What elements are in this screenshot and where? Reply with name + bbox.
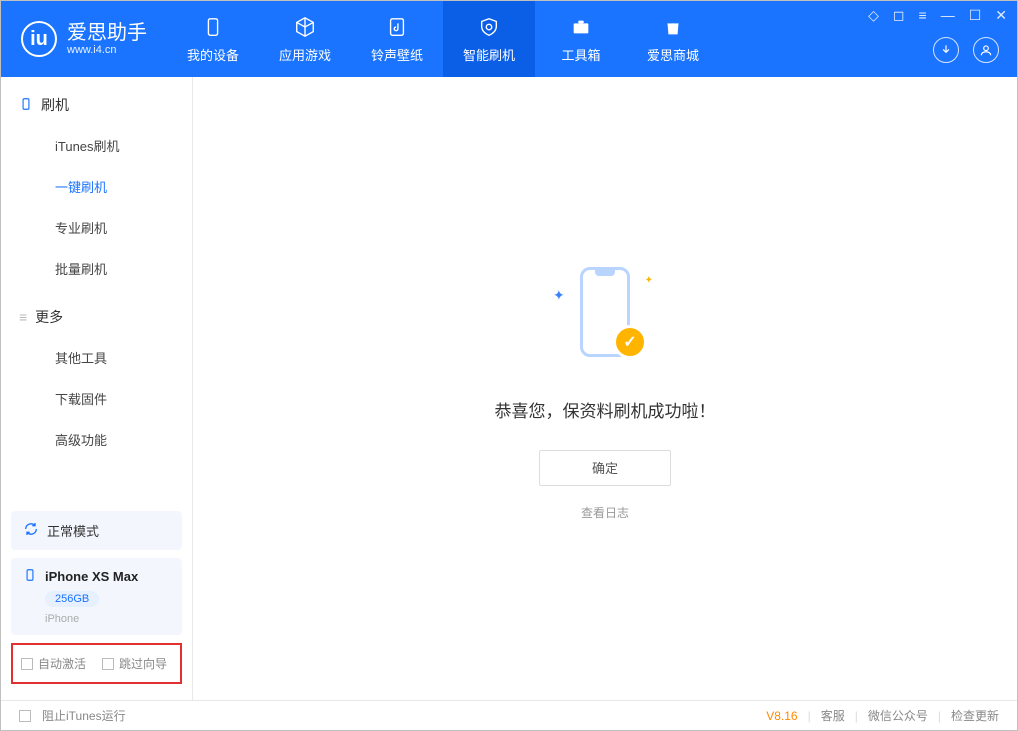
tab-label: 智能刷机 bbox=[463, 45, 515, 64]
success-illustration: ✦ ✦ ✓ bbox=[545, 257, 665, 377]
device-name: iPhone XS Max bbox=[45, 569, 138, 584]
menu-icon[interactable]: ≡ bbox=[917, 5, 929, 26]
block-itunes-option[interactable]: 阻止iTunes运行 bbox=[19, 707, 126, 724]
section-label: 刷机 bbox=[41, 95, 69, 115]
app-header: iu 爱思助手 www.i4.cn 我的设备 应用游戏 铃声壁纸 智能刷机 工具… bbox=[1, 1, 1017, 77]
header-right-icons bbox=[933, 37, 999, 63]
sparkle-icon: ✦ bbox=[553, 287, 565, 304]
option-auto-activate[interactable]: 自动激活 bbox=[21, 655, 86, 672]
tab-toolbox[interactable]: 工具箱 bbox=[535, 1, 627, 77]
status-label: 正常模式 bbox=[47, 521, 99, 540]
window-controls: ◇ ◻ ≡ — ☐ ✕ bbox=[866, 5, 1009, 26]
checkbox-icon bbox=[21, 658, 33, 670]
sidebar-item-itunes-flash[interactable]: iTunes刷机 bbox=[1, 125, 192, 166]
sidebar-section-more: ≡ 更多 bbox=[1, 289, 192, 337]
sidebar-item-batch-flash[interactable]: 批量刷机 bbox=[1, 248, 192, 289]
app-logo: iu 爱思助手 www.i4.cn bbox=[1, 21, 167, 57]
flash-options-highlighted: 自动激活 跳过向导 bbox=[11, 643, 182, 684]
phone-icon bbox=[201, 15, 225, 39]
sparkle-icon: ✦ bbox=[645, 275, 653, 286]
phone-small-icon bbox=[23, 568, 37, 585]
tab-label: 工具箱 bbox=[561, 45, 600, 64]
briefcase-icon bbox=[569, 15, 593, 39]
sync-icon bbox=[23, 521, 39, 540]
tab-ringtone-wallpaper[interactable]: 铃声壁纸 bbox=[351, 1, 443, 77]
footer-bar: 阻止iTunes运行 V8.16 | 客服 | 微信公众号 | 检查更新 bbox=[1, 700, 1017, 730]
sidebar-item-pro-flash[interactable]: 专业刷机 bbox=[1, 207, 192, 248]
list-icon: ≡ bbox=[19, 309, 27, 325]
app-url: www.i4.cn bbox=[67, 44, 147, 56]
nav-tabs: 我的设备 应用游戏 铃声壁纸 智能刷机 工具箱 爱思商城 bbox=[167, 1, 719, 77]
cube-icon bbox=[293, 15, 317, 39]
close-icon[interactable]: ✕ bbox=[993, 5, 1009, 26]
divider: | bbox=[808, 709, 811, 723]
main-content: ✦ ✦ ✓ 恭喜您，保资料刷机成功啦！ 确定 查看日志 bbox=[193, 77, 1017, 700]
view-log-link[interactable]: 查看日志 bbox=[581, 504, 629, 521]
tshirt-icon[interactable]: ◻ bbox=[891, 5, 907, 26]
checkbox-icon bbox=[102, 658, 114, 670]
device-small-icon bbox=[19, 97, 33, 114]
tab-smart-flash[interactable]: 智能刷机 bbox=[443, 1, 535, 77]
skin-icon[interactable]: ◇ bbox=[866, 5, 881, 26]
device-info-card[interactable]: iPhone XS Max 256GB iPhone bbox=[11, 558, 182, 635]
device-capacity-badge: 256GB bbox=[45, 591, 99, 607]
sidebar-item-advanced[interactable]: 高级功能 bbox=[1, 419, 192, 460]
sidebar-item-oneclick-flash[interactable]: 一键刷机 bbox=[1, 166, 192, 207]
bag-icon bbox=[661, 15, 685, 39]
option-skip-guide[interactable]: 跳过向导 bbox=[102, 655, 167, 672]
section-label: 更多 bbox=[35, 307, 63, 327]
version-label: V8.16 bbox=[766, 709, 797, 723]
tab-my-device[interactable]: 我的设备 bbox=[167, 1, 259, 77]
sidebar-item-download-firmware[interactable]: 下载固件 bbox=[1, 378, 192, 419]
minimize-icon[interactable]: — bbox=[939, 5, 957, 26]
device-type: iPhone bbox=[45, 613, 170, 625]
success-message: 恭喜您，保资料刷机成功啦！ bbox=[495, 397, 716, 422]
maximize-icon[interactable]: ☐ bbox=[967, 5, 984, 26]
check-badge-icon: ✓ bbox=[613, 325, 647, 359]
ok-button[interactable]: 确定 bbox=[539, 450, 671, 486]
option-label: 跳过向导 bbox=[119, 655, 167, 672]
sidebar-item-other-tools[interactable]: 其他工具 bbox=[1, 337, 192, 378]
checkbox-icon bbox=[19, 710, 31, 722]
tab-apps-games[interactable]: 应用游戏 bbox=[259, 1, 351, 77]
user-icon[interactable] bbox=[973, 37, 999, 63]
footer-link-wechat[interactable]: 微信公众号 bbox=[868, 707, 928, 724]
footer-link-update[interactable]: 检查更新 bbox=[951, 707, 999, 724]
app-title: 爱思助手 bbox=[67, 22, 147, 44]
option-label: 自动激活 bbox=[38, 655, 86, 672]
device-status-card[interactable]: 正常模式 bbox=[11, 511, 182, 550]
sidebar-section-flash: 刷机 bbox=[1, 77, 192, 125]
tab-store[interactable]: 爱思商城 bbox=[627, 1, 719, 77]
tab-label: 应用游戏 bbox=[279, 45, 331, 64]
music-file-icon bbox=[385, 15, 409, 39]
sidebar: 刷机 iTunes刷机 一键刷机 专业刷机 批量刷机 ≡ 更多 其他工具 下载固… bbox=[1, 77, 193, 700]
option-label: 阻止iTunes运行 bbox=[42, 707, 126, 724]
tab-label: 我的设备 bbox=[187, 45, 239, 64]
refresh-shield-icon bbox=[477, 15, 501, 39]
logo-icon: iu bbox=[21, 21, 57, 57]
divider: | bbox=[938, 709, 941, 723]
download-icon[interactable] bbox=[933, 37, 959, 63]
tab-label: 铃声壁纸 bbox=[371, 45, 423, 64]
tab-label: 爱思商城 bbox=[647, 45, 699, 64]
footer-link-service[interactable]: 客服 bbox=[821, 707, 845, 724]
divider: | bbox=[855, 709, 858, 723]
